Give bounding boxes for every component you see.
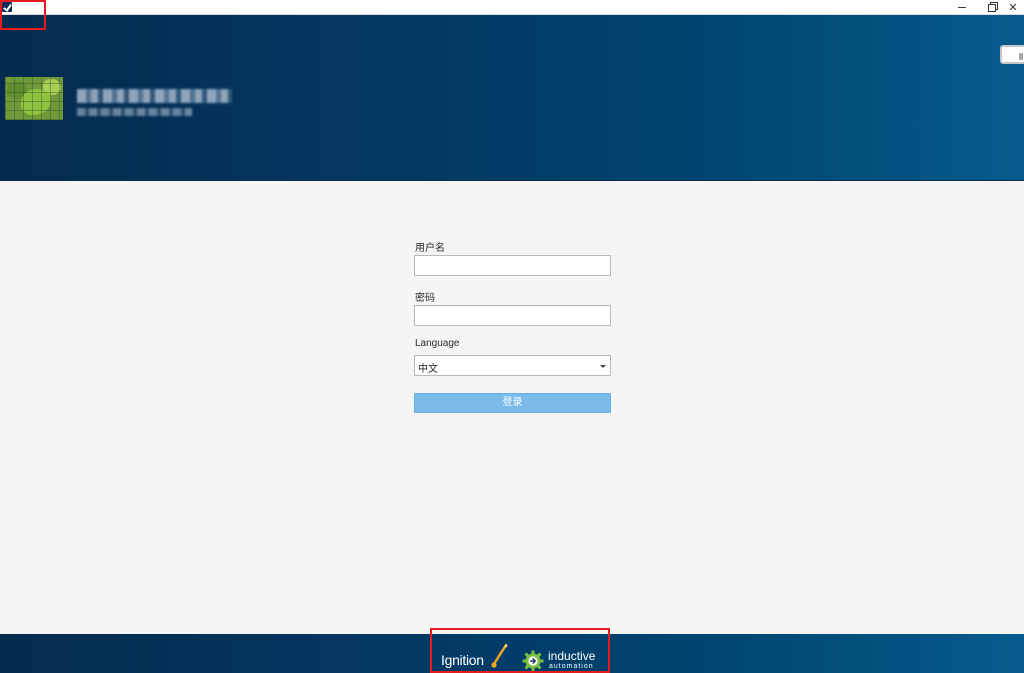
annotation-box-footer-brand — [430, 628, 610, 673]
redacted-company-name — [77, 87, 232, 117]
annotation-box-app-icon — [0, 0, 46, 30]
language-selected-value: 中文 — [418, 364, 438, 375]
username-label: 用户名 — [415, 243, 445, 254]
password-label: 密码 — [415, 293, 435, 304]
close-button[interactable]: ✕ — [1000, 0, 1024, 15]
company-logo-image — [5, 77, 63, 120]
toggle-handle-icon — [1019, 53, 1023, 60]
language-label: Language — [415, 338, 460, 349]
header-banner — [0, 15, 1024, 181]
chevron-down-icon — [600, 365, 606, 368]
login-button[interactable]: 登录 — [414, 393, 611, 413]
username-input[interactable] — [414, 255, 611, 276]
language-select[interactable]: 中文 — [414, 355, 611, 376]
minimize-button[interactable] — [949, 0, 975, 15]
password-input[interactable] — [414, 305, 611, 326]
settings-toggle-button[interactable] — [1000, 45, 1024, 64]
window-titlebar: ✕ — [0, 0, 1024, 15]
